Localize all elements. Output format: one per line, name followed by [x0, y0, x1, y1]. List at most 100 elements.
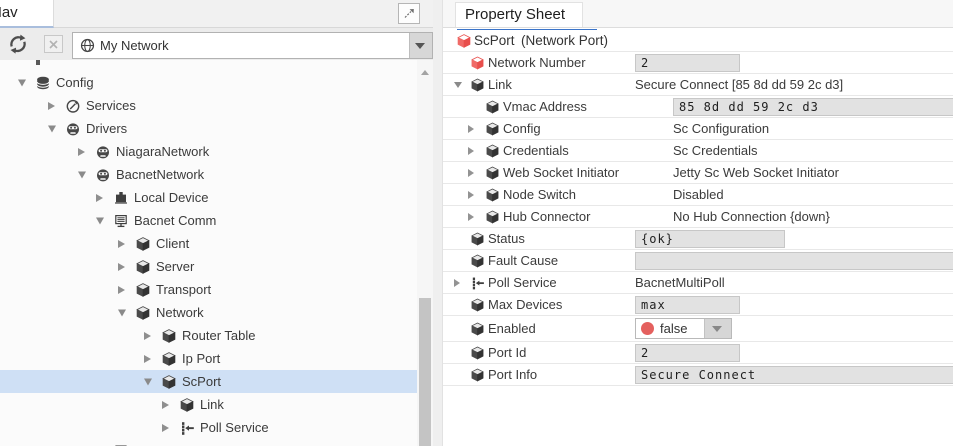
property-sheet-tab-label: Property Sheet: [456, 3, 582, 27]
prop-row-status[interactable]: Status {ok}: [443, 228, 953, 250]
chevron-down-icon: [712, 326, 722, 332]
fault-cause-field: [635, 252, 953, 270]
prop-row-fault-cause[interactable]: Fault Cause: [443, 250, 953, 272]
prop-label: Poll Service: [488, 272, 557, 293]
clear-button[interactable]: [44, 35, 63, 53]
tree-item-partial-bottom[interactable]: [0, 439, 417, 446]
drivers-icon: [65, 121, 81, 137]
prop-value: BacnetMultiPoll: [635, 272, 725, 293]
tree-item-config[interactable]: Config: [0, 71, 417, 94]
chevron-collapsed-icon[interactable]: [468, 191, 474, 199]
prop-row-config[interactable]: Config Sc Configuration: [443, 118, 953, 140]
chevron-collapsed-icon[interactable]: [118, 240, 125, 248]
prop-value: Sc Credentials: [673, 140, 758, 161]
chevron-collapsed-icon[interactable]: [162, 424, 169, 432]
panel-divider[interactable]: [433, 0, 443, 446]
chevron-collapsed-icon[interactable]: [144, 332, 151, 340]
component-cube-icon: [470, 345, 485, 360]
component-cube-icon: [135, 236, 151, 252]
network-selector-dropdown-button[interactable]: [409, 33, 432, 58]
tree-item-bacnet-comm[interactable]: Bacnet Comm: [0, 209, 417, 232]
chevron-expanded-icon[interactable]: [48, 125, 56, 132]
prop-row-port-id[interactable]: Port Id 2: [443, 342, 953, 364]
tree-item-client[interactable]: Client: [0, 232, 417, 255]
prop-row-vmac-address[interactable]: Vmac Address 85 8d dd 59 2c d3: [443, 96, 953, 118]
chevron-collapsed-icon[interactable]: [468, 125, 474, 133]
prop-row-poll-service[interactable]: Poll Service BacnetMultiPoll: [443, 272, 953, 294]
tree-item-label: Drivers: [86, 117, 127, 140]
tree-item-router-table[interactable]: Router Table: [0, 324, 417, 347]
tree-item-niagaranetwork[interactable]: NiagaraNetwork: [0, 140, 417, 163]
network-selector[interactable]: My Network: [72, 32, 433, 59]
chevron-collapsed-icon[interactable]: [162, 401, 169, 409]
tree-item-poll-service[interactable]: Poll Service: [0, 416, 417, 439]
chevron-collapsed-icon[interactable]: [468, 147, 474, 155]
refresh-button[interactable]: [7, 33, 29, 55]
component-cube-icon: [470, 321, 485, 336]
network-number-field[interactable]: 2: [635, 54, 740, 72]
max-devices-field[interactable]: max: [635, 296, 740, 314]
prop-row-web-socket-initiator[interactable]: Web Socket Initiator Jetty Sc Web Socket…: [443, 162, 953, 184]
prop-label: Max Devices: [488, 294, 562, 315]
tree-item-bacnetnetwork[interactable]: BacnetNetwork: [0, 163, 417, 186]
enabled-dropdown[interactable]: false: [635, 318, 732, 339]
chevron-collapsed-icon[interactable]: [78, 148, 85, 156]
tree-item-ip-port[interactable]: Ip Port: [0, 347, 417, 370]
prop-row-enabled[interactable]: Enabled false: [443, 316, 953, 342]
tree-item-transport[interactable]: Transport: [0, 278, 417, 301]
scrollbar-thumb[interactable]: [419, 298, 431, 446]
sheet-header-row[interactable]: ScPort (Network Port): [443, 30, 953, 52]
chevron-expanded-icon[interactable]: [118, 309, 126, 316]
prop-row-node-switch[interactable]: Node Switch Disabled: [443, 184, 953, 206]
component-cube-icon: [485, 121, 500, 136]
scroll-up-icon[interactable]: [421, 70, 429, 75]
tree-item-server[interactable]: Server: [0, 255, 417, 278]
chevron-collapsed-icon[interactable]: [118, 263, 125, 271]
prop-label: Network Number: [488, 52, 586, 73]
chevron-collapsed-icon[interactable]: [468, 213, 474, 221]
device-icon: [113, 190, 129, 206]
prop-row-hub-connector[interactable]: Hub Connector No Hub Connection {down}: [443, 206, 953, 228]
tree-item-label: Bacnet Comm: [134, 209, 216, 232]
prop-row-port-info[interactable]: Port Info Secure Connect: [443, 364, 953, 386]
chevron-expanded-icon[interactable]: [454, 82, 462, 88]
tab-nav[interactable]: Nav: [0, 0, 54, 28]
chevron-collapsed-icon[interactable]: [96, 194, 103, 202]
vmac-address-field[interactable]: 85 8d dd 59 2c d3: [673, 98, 953, 116]
prop-row-link[interactable]: Link Secure Connect [85 8d dd 59 2c d3]: [443, 74, 953, 96]
chevron-collapsed-icon[interactable]: [48, 102, 55, 110]
property-sheet-panel: Property Sheet ScPort (Network Port) Net…: [433, 0, 953, 446]
chevron-expanded-icon[interactable]: [18, 79, 26, 86]
nav-scrollbar[interactable]: [417, 60, 433, 446]
component-cube-icon: [135, 259, 151, 275]
chevron-collapsed-icon[interactable]: [118, 286, 125, 294]
prop-label: Hub Connector: [503, 206, 590, 227]
chevron-expanded-icon[interactable]: [96, 217, 104, 224]
prop-row-credentials[interactable]: Credentials Sc Credentials: [443, 140, 953, 162]
chevron-expanded-icon[interactable]: [78, 171, 86, 178]
component-cube-icon: [485, 99, 500, 114]
component-cube-red-icon: [470, 55, 485, 70]
chevron-expanded-icon[interactable]: [144, 378, 152, 385]
prop-label: Status: [488, 228, 525, 249]
chevron-collapsed-icon[interactable]: [454, 279, 460, 287]
component-cube-icon: [135, 282, 151, 298]
clear-icon: [46, 37, 61, 52]
network-selector-value: My Network: [100, 33, 169, 58]
database-icon: [35, 75, 51, 91]
tree-item-drivers[interactable]: Drivers: [0, 117, 417, 140]
prop-row-network-number[interactable]: Network Number 2: [443, 52, 953, 74]
tree-item-label: Server: [156, 255, 194, 278]
chevron-collapsed-icon[interactable]: [144, 355, 151, 363]
tree-item-services[interactable]: Services: [0, 94, 417, 117]
tree-item-local-device[interactable]: Local Device: [0, 186, 417, 209]
enabled-dropdown-button[interactable]: [704, 319, 731, 338]
tree-item-scport[interactable]: ScPort: [0, 370, 417, 393]
tree-item-network[interactable]: Network: [0, 301, 417, 324]
tab-property-sheet[interactable]: Property Sheet: [455, 2, 583, 27]
port-id-field[interactable]: 2: [635, 344, 740, 362]
tree-item-link[interactable]: Link: [0, 393, 417, 416]
chevron-collapsed-icon[interactable]: [468, 169, 474, 177]
popout-button[interactable]: [398, 3, 420, 24]
prop-row-max-devices[interactable]: Max Devices max: [443, 294, 953, 316]
